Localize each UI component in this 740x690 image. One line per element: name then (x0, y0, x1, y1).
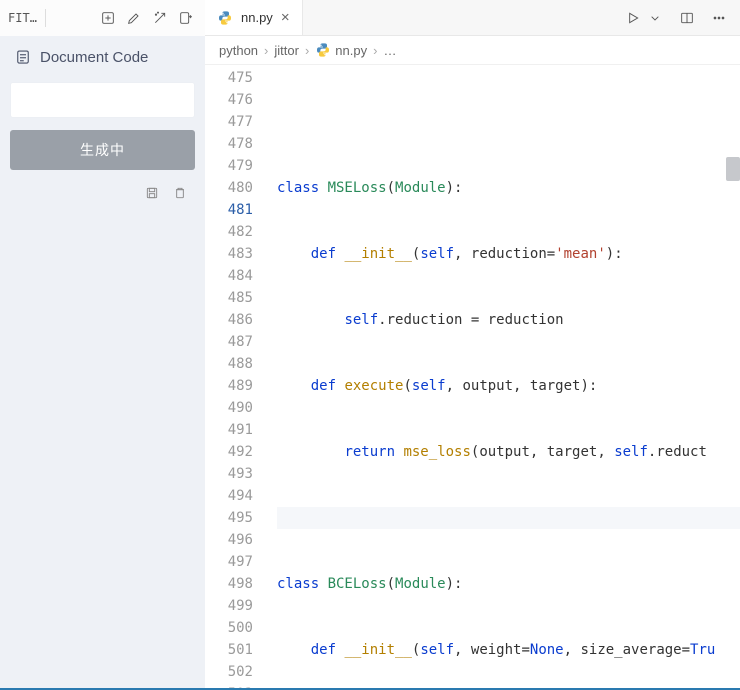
sidebar-top-bar: FITT… (0, 0, 205, 36)
editor-pane: nn.py × python › jittor › nn.py › (205, 0, 740, 688)
run-chevron-icon[interactable] (646, 9, 664, 27)
breadcrumb-more[interactable]: … (383, 43, 396, 58)
breadcrumb-seg[interactable]: nn.py (335, 43, 367, 58)
sidebar: FITT… Document Code 生成中 (0, 0, 205, 688)
panel-title: Document Code (40, 49, 148, 66)
pencil-icon[interactable] (125, 9, 143, 27)
python-file-icon (217, 10, 233, 26)
split-editor-icon[interactable] (678, 9, 696, 27)
file-tab-nn-py[interactable]: nn.py × (205, 0, 303, 35)
line-gutter: 475 476 477 478 479 480 481 482 483 484 … (205, 65, 267, 688)
wand-icon[interactable] (151, 9, 169, 27)
code-line[interactable]: return mse_loss(output, target, self.red… (277, 441, 740, 463)
sidebar-top-tab[interactable]: FITT… (4, 9, 46, 27)
code-area[interactable]: 475 476 477 478 479 480 481 482 483 484 … (205, 65, 740, 688)
save-icon[interactable] (143, 184, 161, 202)
code-line[interactable]: class MSELoss(Module): (277, 177, 740, 199)
breadcrumb-seg[interactable]: jittor (274, 43, 299, 58)
code-line[interactable]: self.reduction = reduction (277, 309, 740, 331)
code-line[interactable]: def __init__(self, reduction='mean'): (277, 243, 740, 265)
chevron-right-icon: › (305, 43, 309, 58)
plus-panel-icon[interactable] (99, 9, 117, 27)
tabs-row: nn.py × (205, 0, 740, 36)
scrollbar-thumb[interactable] (726, 157, 740, 181)
breadcrumb-seg[interactable]: python (219, 43, 258, 58)
code-line[interactable]: def execute(self, output, target): (277, 375, 740, 397)
doc-input[interactable] (10, 82, 195, 118)
chevron-right-icon: › (373, 43, 377, 58)
document-icon (14, 48, 32, 66)
trash-icon[interactable] (171, 184, 189, 202)
export-icon[interactable] (177, 9, 195, 27)
close-icon[interactable]: × (281, 9, 290, 26)
code-line[interactable] (277, 507, 740, 529)
generate-button[interactable]: 生成中 (10, 130, 195, 170)
chevron-right-icon: › (264, 43, 268, 58)
panel-header: Document Code (0, 36, 205, 76)
code-content[interactable]: class MSELoss(Module): def __init__(self… (267, 65, 740, 688)
python-file-icon (315, 42, 331, 58)
file-tab-label: nn.py (241, 10, 273, 25)
more-icon[interactable] (710, 9, 728, 27)
code-line[interactable]: def __init__(self, weight=None, size_ave… (277, 639, 740, 661)
code-line[interactable] (277, 111, 740, 133)
breadcrumbs[interactable]: python › jittor › nn.py › … (205, 36, 740, 65)
run-icon[interactable] (624, 9, 642, 27)
code-line[interactable]: class BCELoss(Module): (277, 573, 740, 595)
